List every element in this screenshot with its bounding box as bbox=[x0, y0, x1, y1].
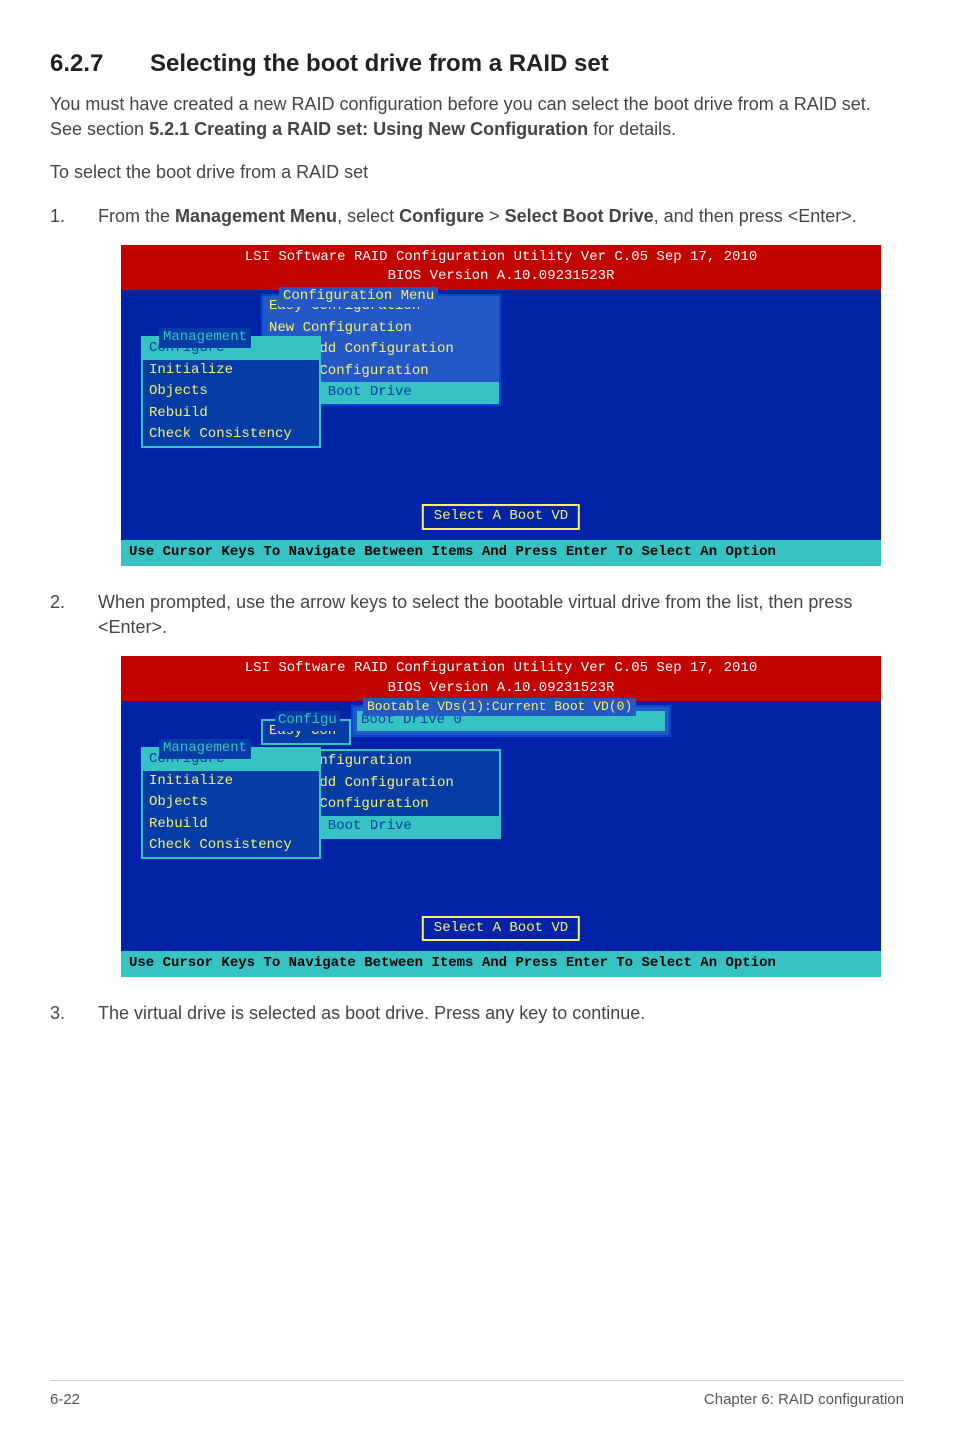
footer-chapter: Chapter 6: RAID configuration bbox=[704, 1391, 904, 1408]
page-footer: 6-22 Chapter 6: RAID configuration bbox=[50, 1380, 904, 1408]
management-label: Management bbox=[159, 328, 251, 348]
management-label-2: Management bbox=[159, 739, 251, 759]
bios-header2-line1: LSI Software RAID Configuration Utility … bbox=[121, 659, 881, 679]
mgmt2-objects: Objects bbox=[143, 792, 319, 814]
step1-mid2: > bbox=[484, 206, 505, 226]
bios-header-line1: LSI Software RAID Configuration Utility … bbox=[121, 248, 881, 268]
step1-b3: Select Boot Drive bbox=[505, 206, 654, 226]
bootable-vds-box: Bootable VDs(1):Current Boot VD(0) Boot … bbox=[351, 705, 671, 737]
mgmt-objects: Objects bbox=[143, 381, 319, 403]
step1-b1: Management Menu bbox=[175, 206, 337, 226]
bios-footer-2: Use Cursor Keys To Navigate Between Item… bbox=[121, 951, 881, 977]
bios-footer: Use Cursor Keys To Navigate Between Item… bbox=[121, 540, 881, 566]
step1-post: , and then press <Enter>. bbox=[654, 206, 857, 226]
select-boot-vd-box: Select A Boot VD bbox=[422, 504, 580, 530]
bios-header-line2: BIOS Version A.10.09231523R bbox=[121, 267, 881, 287]
section-title: Selecting the boot drive from a RAID set bbox=[150, 50, 609, 78]
step-1: From the Management Menu, select Configu… bbox=[50, 204, 904, 566]
mgmt2-check: Check Consistency bbox=[143, 835, 319, 857]
step-3: The virtual drive is selected as boot dr… bbox=[50, 1001, 904, 1026]
mgmt-rebuild: Rebuild bbox=[143, 403, 319, 425]
management-menu-box: Management Configure Initialize Objects … bbox=[141, 336, 321, 448]
step2-text: When prompted, use the arrow keys to sel… bbox=[98, 592, 852, 637]
section-number: 6.2.7 bbox=[50, 50, 150, 78]
bios-header2-line2: BIOS Version A.10.09231523R bbox=[121, 679, 881, 699]
mgmt-check: Check Consistency bbox=[143, 424, 319, 446]
step1-mid1: , select bbox=[337, 206, 399, 226]
mgmt-initialize: Initialize bbox=[143, 360, 319, 382]
footer-page: 6-22 bbox=[50, 1391, 80, 1408]
select-boot-vd-box-2: Select A Boot VD bbox=[422, 916, 580, 942]
bios-header-2: LSI Software RAID Configuration Utility … bbox=[121, 656, 881, 701]
configuration-menu-label: Configuration Menu bbox=[279, 287, 438, 307]
mgmt2-initialize: Initialize bbox=[143, 771, 319, 793]
bios-main-2: Bootable VDs(1):Current Boot VD(0) Boot … bbox=[121, 701, 881, 951]
bios-header: LSI Software RAID Configuration Utility … bbox=[121, 245, 881, 290]
step1-pre: From the bbox=[98, 206, 175, 226]
intro-post: for details. bbox=[588, 119, 676, 139]
bios-screenshot-2: LSI Software RAID Configuration Utility … bbox=[121, 656, 881, 977]
intro-bold: 5.2.1 Creating a RAID set: Using New Con… bbox=[149, 119, 588, 139]
bootable-label: Bootable VDs(1):Current Boot VD(0) bbox=[363, 698, 636, 716]
config-trim-box: Configu Easy Con bbox=[261, 719, 351, 745]
bios-main: Configuration Menu Easy Configuration Ne… bbox=[121, 290, 881, 540]
to-line: To select the boot drive from a RAID set bbox=[50, 160, 904, 185]
config-trim-label: Configu bbox=[275, 711, 340, 731]
intro-paragraph: You must have created a new RAID configu… bbox=[50, 92, 904, 142]
mgmt2-rebuild: Rebuild bbox=[143, 814, 319, 836]
step1-b2: Configure bbox=[399, 206, 484, 226]
bios-screenshot-1: LSI Software RAID Configuration Utility … bbox=[121, 245, 881, 566]
step3-text: The virtual drive is selected as boot dr… bbox=[98, 1003, 645, 1023]
section-heading: 6.2.7 Selecting the boot drive from a RA… bbox=[50, 50, 904, 78]
management-menu-box-2: Management Configure Initialize Objects … bbox=[141, 747, 321, 859]
step-2: When prompted, use the arrow keys to sel… bbox=[50, 590, 904, 977]
